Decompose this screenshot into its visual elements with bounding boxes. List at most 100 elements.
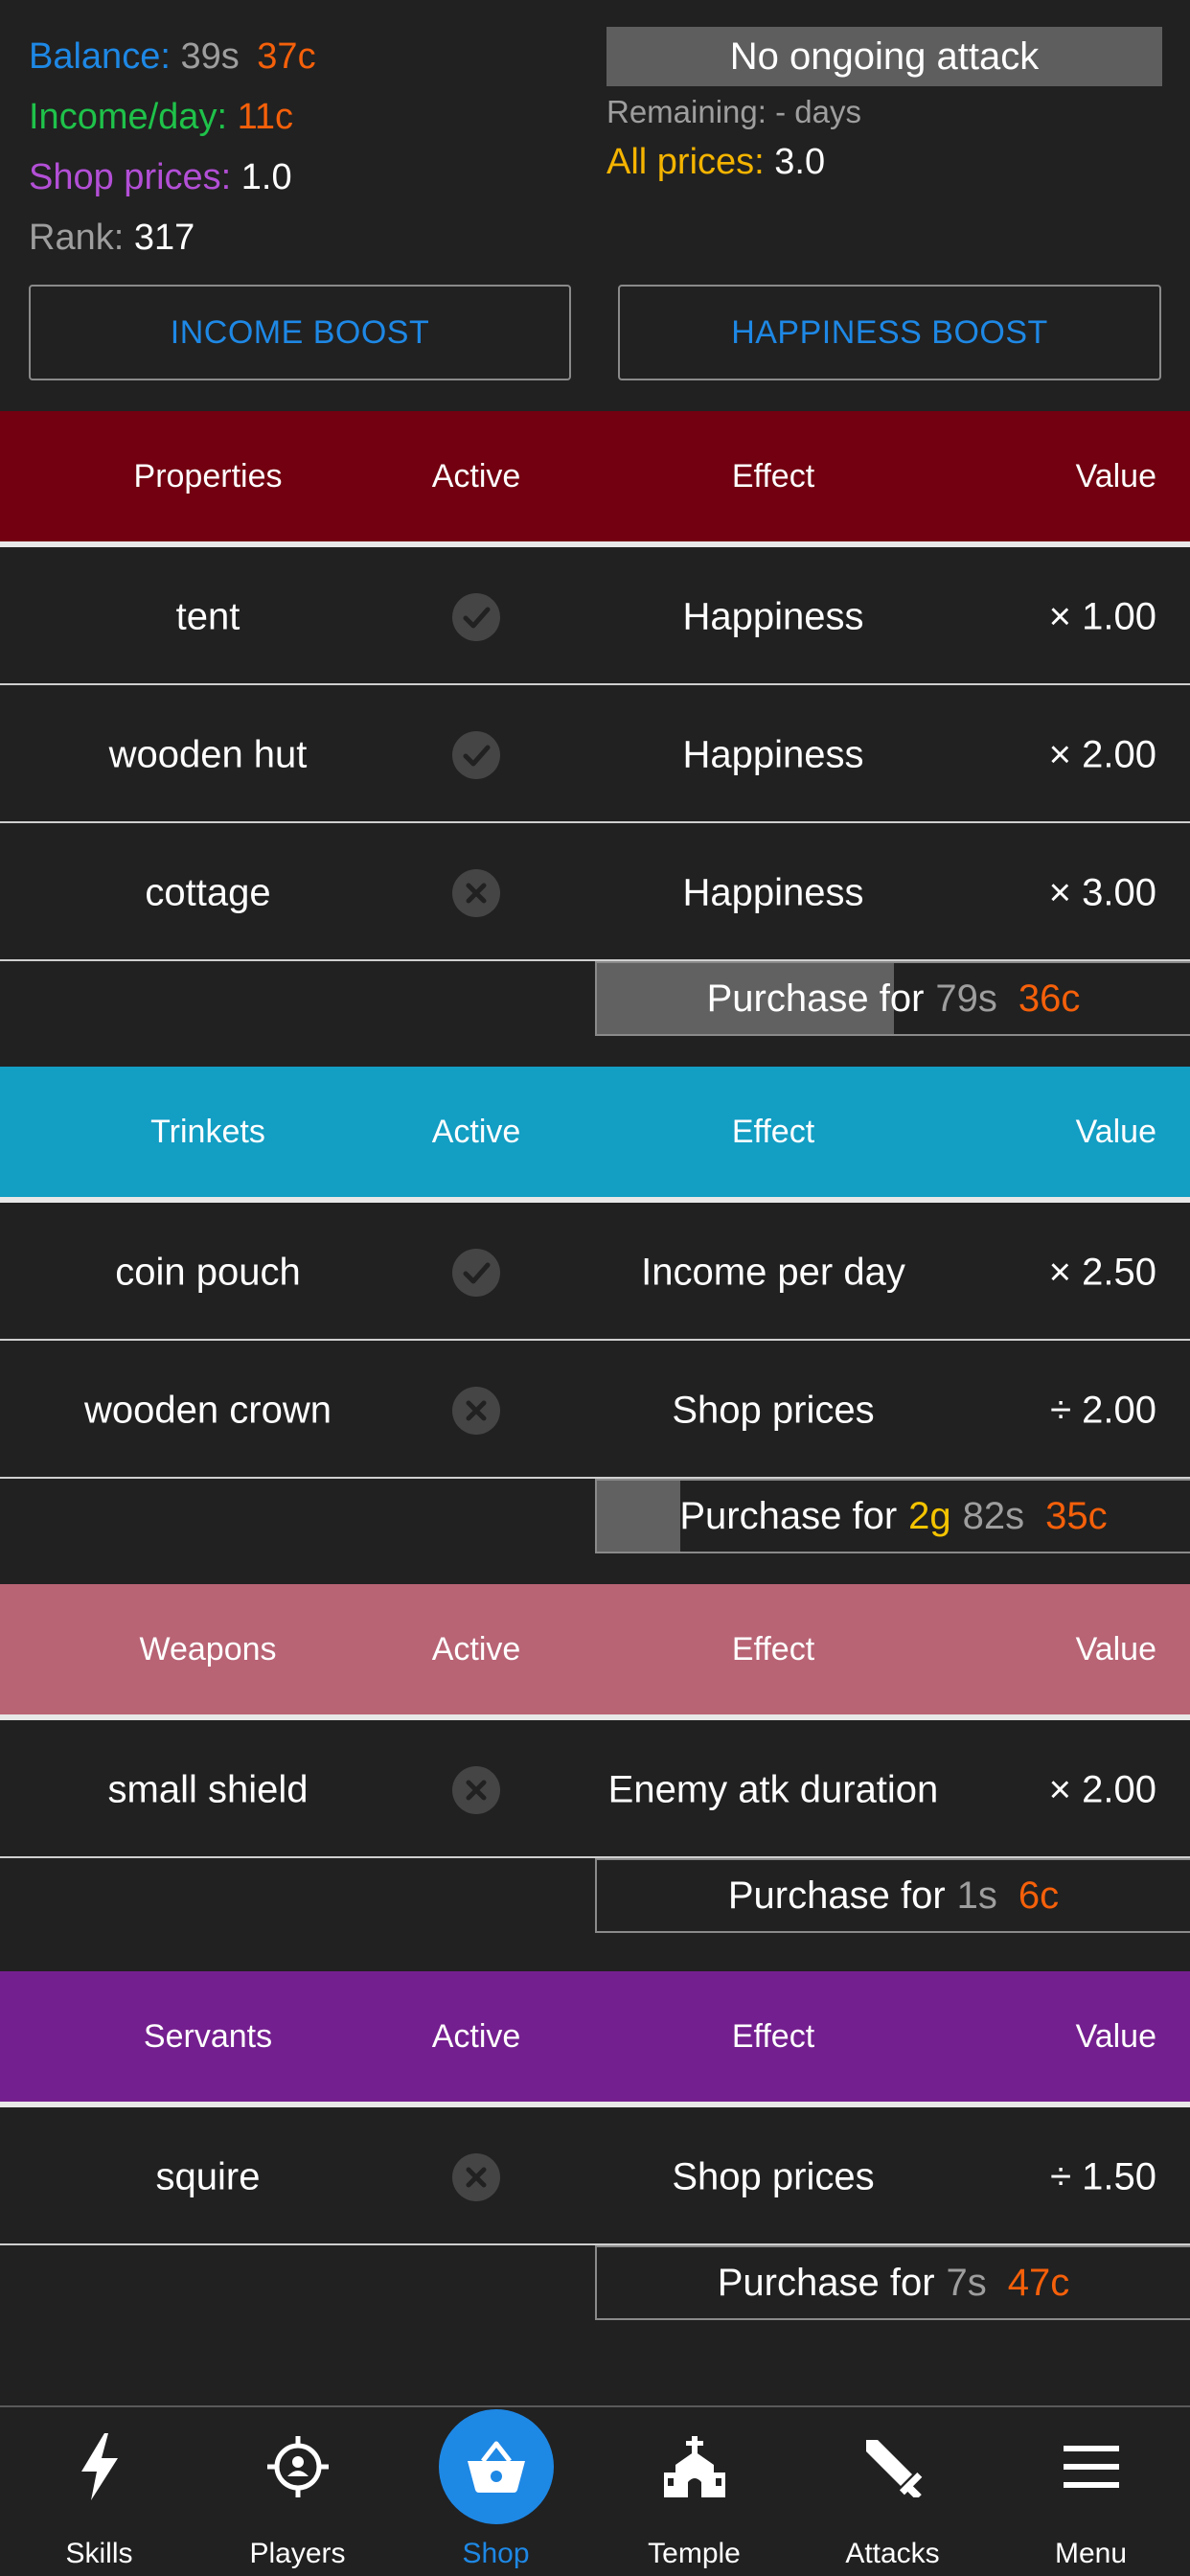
nav-label-attacks: Attacks (845, 2538, 940, 2569)
purchase-progress-fill (597, 1481, 680, 1552)
item-effect: Shop prices (672, 1389, 875, 1431)
item-name: small shield (107, 1768, 309, 1810)
nav-attacks[interactable]: Attacks (793, 2407, 992, 2576)
item-name: tent (175, 595, 240, 637)
weapons-purchase-button[interactable]: Purchase for 1s 6c (595, 1858, 1190, 1933)
rank-value: 317 (133, 218, 195, 258)
properties-header: Properties Active Effect Value (0, 411, 1190, 547)
shop-item-row[interactable]: wooden crown Shop prices ÷ 2.00 (0, 1344, 1190, 1479)
price-copper: 6c (1018, 1874, 1060, 1917)
check-circle-icon (452, 1248, 500, 1297)
column-effect-header: Effect (731, 457, 815, 494)
item-value: × 3.00 (1048, 871, 1156, 913)
rank-row: Rank: 317 (29, 208, 316, 268)
shop-prices-row: Shop prices: 1.0 (29, 148, 316, 208)
check-circle-icon (452, 592, 500, 641)
cross-circle-icon (452, 1386, 500, 1435)
cross-circle-icon (452, 1765, 500, 1814)
attack-panel: No ongoing attack Remaining: - days All … (606, 27, 1162, 183)
nav-temple[interactable]: Temple (595, 2407, 793, 2576)
item-value: ÷ 1.50 (1050, 2155, 1156, 2197)
check-circle-icon (452, 730, 500, 779)
target-person-icon (264, 2433, 332, 2500)
lightning-icon (66, 2433, 133, 2500)
balance-label: Balance: (29, 36, 171, 77)
properties-title: Properties (133, 457, 283, 494)
item-effect: Happiness (682, 871, 864, 913)
item-effect: Shop prices (672, 2155, 875, 2197)
column-active-header: Active (431, 1113, 521, 1150)
nav-shop[interactable]: Shop (397, 2407, 595, 2576)
income-label: Income/day: (29, 97, 227, 137)
nav-skills[interactable]: Skills (0, 2407, 198, 2576)
column-value-header: Value (1075, 457, 1156, 494)
item-value: × 2.00 (1048, 1768, 1156, 1810)
nav-label-menu: Menu (1054, 2538, 1128, 2569)
balance-silver: 39s (180, 36, 240, 77)
attack-status: No ongoing attack (606, 27, 1162, 86)
item-effect: Income per day (641, 1251, 905, 1293)
income-boost-button[interactable]: INCOME BOOST (29, 285, 571, 380)
servants-title: Servants (143, 2017, 273, 2055)
item-name: squire (155, 2155, 261, 2197)
column-active-header: Active (431, 457, 521, 494)
shop-item-row[interactable]: squire Shop prices ÷ 1.50 (0, 2110, 1190, 2245)
shop-item-row[interactable]: coin pouch Income per day × 2.50 (0, 1206, 1190, 1341)
servants-purchase-button[interactable]: Purchase for 7s 47c (595, 2245, 1190, 2320)
item-name: cottage (145, 871, 271, 913)
purchase-text: Purchase for 2g 82s 35c (679, 1495, 1107, 1538)
item-name: wooden crown (84, 1389, 332, 1431)
purchase-label: Purchase for (706, 977, 925, 1020)
hamburger-menu-icon (1058, 2433, 1125, 2500)
properties-purchase-button[interactable]: Purchase for 79s 36c (595, 961, 1190, 1036)
nav-label-shop: Shop (462, 2538, 530, 2569)
column-effect-header: Effect (731, 1630, 815, 1668)
item-name: coin pouch (115, 1251, 301, 1293)
happiness-boost-button[interactable]: HAPPINESS BOOST (618, 285, 1161, 380)
nav-menu[interactable]: Menu (992, 2407, 1190, 2576)
bottom-navigation: Skills Players Shop Temple Attacks Menu (0, 2405, 1190, 2576)
column-value-header: Value (1075, 1113, 1156, 1150)
weapons-header: Weapons Active Effect Value (0, 1584, 1190, 1720)
church-icon (661, 2433, 728, 2500)
item-name: wooden hut (108, 733, 308, 775)
item-value: × 2.50 (1048, 1251, 1156, 1293)
item-value: × 1.00 (1048, 595, 1156, 637)
item-effect: Enemy atk duration (607, 1768, 939, 1810)
income-row: Income/day: 11c (29, 87, 316, 148)
purchase-label: Purchase for (717, 2261, 935, 2304)
item-effect: Happiness (682, 733, 864, 775)
price-silver: 1s (956, 1874, 997, 1917)
shop-prices-label: Shop prices: (29, 157, 232, 197)
servants-header: Servants Active Effect Value (0, 1971, 1190, 2107)
shop-item-row[interactable]: tent Happiness × 1.00 (0, 550, 1190, 685)
shop-item-row[interactable]: small shield Enemy atk duration × 2.00 (0, 1723, 1190, 1858)
purchase-label: Purchase for (679, 1494, 898, 1537)
trinkets-header: Trinkets Active Effect Value (0, 1067, 1190, 1203)
weapons-title: Weapons (139, 1630, 277, 1668)
price-gold: 2g (908, 1494, 951, 1537)
purchase-text: Purchase for 7s 47c (718, 2262, 1070, 2305)
price-silver: 82s (962, 1494, 1025, 1537)
shop-item-row[interactable]: wooden hut Happiness × 2.00 (0, 688, 1190, 823)
column-value-header: Value (1075, 2017, 1156, 2055)
shop-prices-value: 1.0 (240, 157, 292, 197)
column-value-header: Value (1075, 1630, 1156, 1668)
column-effect-header: Effect (731, 1113, 815, 1150)
purchase-label: Purchase for (727, 1874, 946, 1917)
price-copper: 36c (1018, 977, 1081, 1020)
item-value: × 2.00 (1048, 733, 1156, 775)
basket-icon (438, 2409, 554, 2524)
item-effect: Happiness (682, 595, 864, 637)
column-effect-header: Effect (731, 2017, 815, 2055)
rank-label: Rank: (29, 218, 125, 258)
nav-label-temple: Temple (648, 2538, 741, 2569)
price-copper: 47c (1007, 2261, 1070, 2304)
player-stats: Balance: 39s 37c Income/day: 11c Shop pr… (29, 27, 316, 268)
nav-players[interactable]: Players (198, 2407, 397, 2576)
shop-item-row[interactable]: cottage Happiness × 3.00 (0, 826, 1190, 961)
cross-circle-icon (452, 2152, 500, 2201)
trinkets-purchase-button[interactable]: Purchase for 2g 82s 35c (595, 1479, 1190, 1553)
all-prices-label: All prices: (606, 142, 765, 182)
price-silver: 79s (935, 977, 997, 1020)
